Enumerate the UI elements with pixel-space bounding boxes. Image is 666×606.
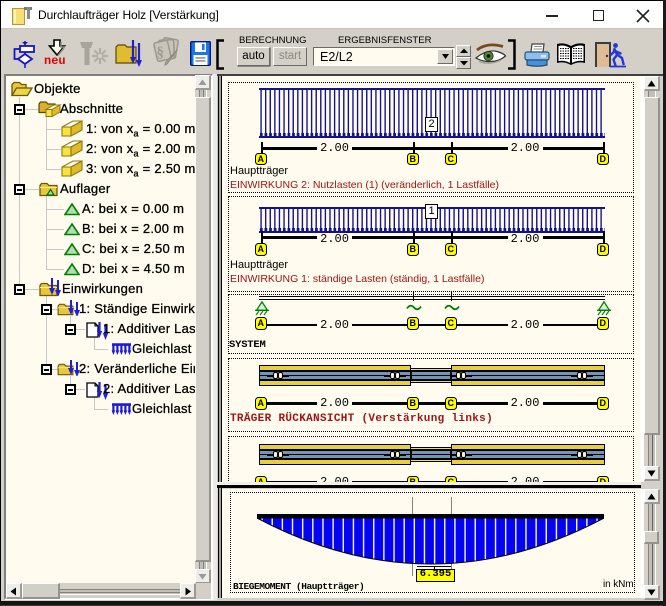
- svg-text:§: §: [157, 45, 165, 61]
